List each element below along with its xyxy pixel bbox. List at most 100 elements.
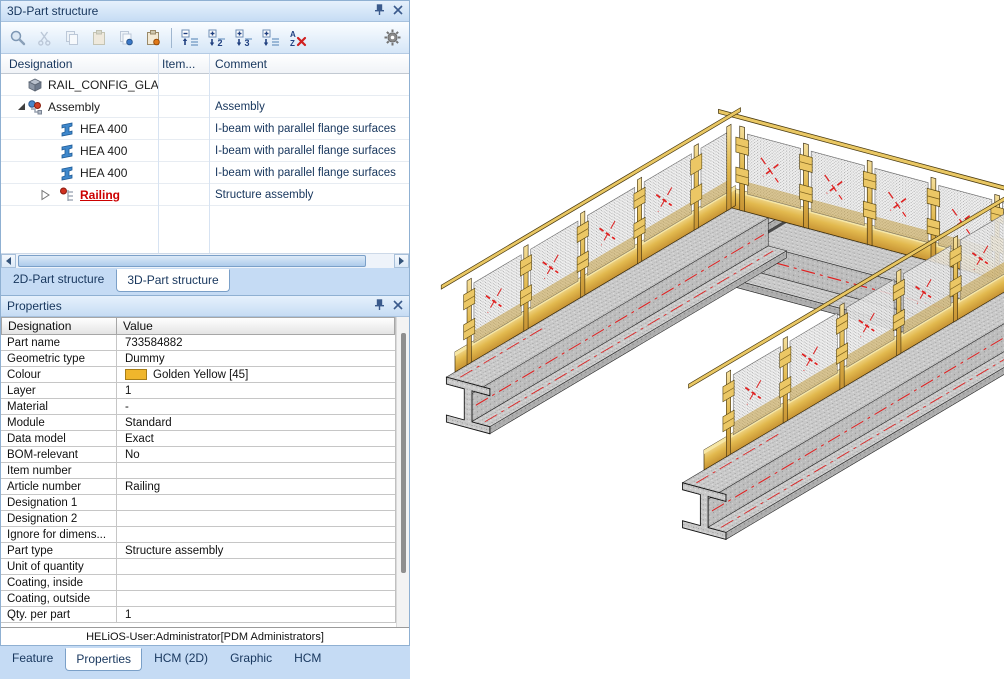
collapse-all-icon[interactable] xyxy=(179,27,201,49)
tab-properties[interactable]: Properties xyxy=(65,648,142,671)
property-label: BOM-relevant xyxy=(1,447,117,462)
column-header-designation[interactable]: Designation xyxy=(1,317,117,335)
structure-tabstrip: 2D-Part structure 3D-Part structure xyxy=(1,268,409,296)
clear-sort-icon[interactable]: AZ xyxy=(287,27,309,49)
property-label: Geometric type xyxy=(1,351,117,366)
pin-icon[interactable] xyxy=(374,299,385,314)
property-value[interactable] xyxy=(117,495,395,510)
property-value[interactable]: Exact xyxy=(117,431,395,446)
property-row: Material- xyxy=(1,399,395,415)
column-header-designation[interactable]: Designation xyxy=(1,54,158,73)
cut-icon[interactable] xyxy=(34,27,56,49)
property-value[interactable] xyxy=(117,463,395,478)
expand-all-icon[interactable] xyxy=(260,27,282,49)
properties-grid: Designation Value Part name733584882 Geo… xyxy=(1,317,409,627)
property-label: Qty. per part xyxy=(1,607,117,622)
expander-expanded-icon[interactable] xyxy=(15,103,27,110)
colour-swatch xyxy=(125,369,147,380)
property-value[interactable]: 733584882 xyxy=(117,335,395,350)
assembly-icon xyxy=(27,99,43,115)
row-comment: Structure assembly xyxy=(209,189,409,201)
column-header-value[interactable]: Value xyxy=(117,317,395,335)
copy-special-icon[interactable] xyxy=(115,27,137,49)
property-value[interactable] xyxy=(117,559,395,574)
expand-level-3-icon[interactable]: 3 xyxy=(233,27,255,49)
tab-2d-part-structure[interactable]: 2D-Part structure xyxy=(3,269,114,290)
table-row[interactable]: Railing Structure assembly xyxy=(1,184,409,206)
table-row[interactable]: HEA 400 I-beam with parallel flange surf… xyxy=(1,162,409,184)
row-item xyxy=(158,118,209,139)
table-row[interactable]: HEA 400 I-beam with parallel flange surf… xyxy=(1,118,409,140)
property-row: Layer1 xyxy=(1,383,395,399)
property-value[interactable] xyxy=(117,575,395,590)
tab-3d-part-structure[interactable]: 3D-Part structure xyxy=(116,269,229,292)
scrollbar-thumb[interactable] xyxy=(401,333,406,573)
close-icon[interactable] xyxy=(393,4,403,18)
svg-text:Z: Z xyxy=(290,39,295,47)
tab-hcm[interactable]: HCM xyxy=(284,648,331,669)
paste-icon[interactable] xyxy=(88,27,110,49)
application-window: 3D-Part structure xyxy=(0,0,1004,679)
settings-gear-icon[interactable] xyxy=(381,27,403,49)
row-designation[interactable]: Railing xyxy=(80,188,120,202)
column-header-comment[interactable]: Comment xyxy=(209,54,409,73)
search-icon[interactable] xyxy=(7,27,29,49)
paste-special-icon[interactable] xyxy=(142,27,164,49)
pin-icon[interactable] xyxy=(374,4,385,19)
tab-graphic[interactable]: Graphic xyxy=(220,648,282,669)
tab-feature[interactable]: Feature xyxy=(2,648,63,669)
tab-hcm-2d[interactable]: HCM (2D) xyxy=(144,648,218,669)
property-value[interactable]: Dummy xyxy=(117,351,395,366)
properties-panel: Properties Designation Value Par xyxy=(0,295,410,646)
close-icon[interactable] xyxy=(393,299,403,313)
column-divider[interactable] xyxy=(209,54,210,253)
tree-header-row: Designation Item... Comment xyxy=(1,54,409,74)
expand-level-2-icon[interactable]: 2 xyxy=(206,27,228,49)
property-row: ModuleStandard xyxy=(1,415,395,431)
expander-collapsed-icon[interactable] xyxy=(39,189,51,201)
table-row[interactable]: RAIL_CONFIG_GLA... xyxy=(1,74,409,96)
property-row: Qty. per part1 xyxy=(1,607,395,623)
property-row: Article numberRailing xyxy=(1,479,395,495)
row-item xyxy=(158,184,209,205)
property-label: Designation 1 xyxy=(1,495,117,510)
property-value[interactable]: Golden Yellow [45] xyxy=(117,367,395,382)
table-row[interactable]: HEA 400 I-beam with parallel flange surf… xyxy=(1,140,409,162)
property-value[interactable]: - xyxy=(117,399,395,414)
part-structure-tree: Designation Item... Comment RAIL_CONFIG_… xyxy=(1,54,409,253)
vertical-scrollbar[interactable] xyxy=(396,317,409,627)
ibeam-icon xyxy=(59,143,75,159)
row-designation: HEA 400 xyxy=(80,122,127,136)
copy-icon[interactable] xyxy=(61,27,83,49)
status-bar: HELiOS-User:Administrator[PDM Administra… xyxy=(1,627,409,645)
property-value[interactable]: 1 xyxy=(117,607,395,622)
ibeam-icon xyxy=(59,165,75,181)
property-row: Ignore for dimens... xyxy=(1,527,395,543)
property-label: Module xyxy=(1,415,117,430)
property-row: Data modelExact xyxy=(1,431,395,447)
property-value[interactable]: No xyxy=(117,447,395,462)
3d-viewport[interactable] xyxy=(410,0,1004,679)
property-value[interactable] xyxy=(117,527,395,542)
scrollbar-thumb[interactable] xyxy=(18,255,366,267)
railing-assembly-icon xyxy=(59,187,75,203)
scroll-left-icon[interactable] xyxy=(1,254,16,268)
column-header-item[interactable]: Item... xyxy=(158,54,209,73)
property-value[interactable]: Railing xyxy=(117,479,395,494)
row-designation: HEA 400 xyxy=(80,166,127,180)
property-label: Item number xyxy=(1,463,117,478)
property-value[interactable] xyxy=(117,591,395,606)
property-label: Ignore for dimens... xyxy=(1,527,117,542)
scroll-right-icon[interactable] xyxy=(394,254,409,268)
property-value[interactable] xyxy=(117,511,395,526)
property-row: Part name733584882 xyxy=(1,335,395,351)
column-divider[interactable] xyxy=(158,54,159,253)
ibeam-icon xyxy=(59,121,75,137)
property-value[interactable]: Structure assembly xyxy=(117,543,395,558)
property-value[interactable]: Standard xyxy=(117,415,395,430)
horizontal-scrollbar[interactable] xyxy=(1,253,409,268)
table-row[interactable]: Assembly Assembly xyxy=(1,96,409,118)
row-comment: I-beam with parallel flange surfaces xyxy=(209,123,409,135)
property-value[interactable]: 1 xyxy=(117,383,395,398)
property-label: Colour xyxy=(1,367,117,382)
